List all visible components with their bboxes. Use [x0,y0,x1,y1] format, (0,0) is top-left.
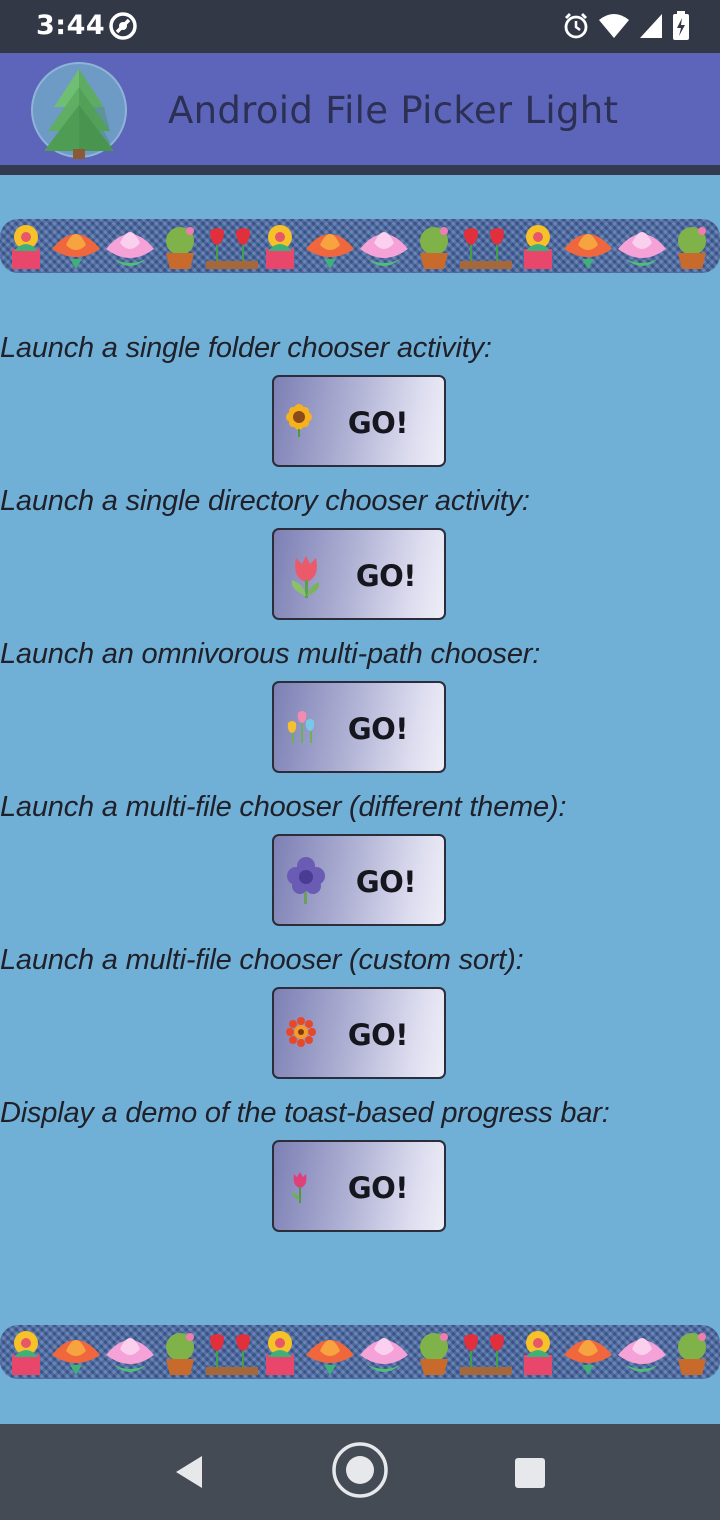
tulips-bouquet-icon [286,709,318,750]
flower-row-icon [12,225,720,269]
row-label-toast-progress: Display a demo of the toast-based progre… [0,1097,610,1129]
go-button-directory-chooser[interactable]: GO! [272,528,446,620]
flower-banner-top [0,219,720,273]
go-button-label: GO! [347,712,409,746]
app-title: Android File Picker Light [168,89,619,132]
wifi-icon [598,12,630,45]
app-bar: Android File Picker Light [0,53,720,165]
row-label-multi-file-theme: Launch a multi-file chooser (different t… [0,791,567,823]
tulip-icon [286,550,326,605]
row-label-multi-file-custom-sort: Launch a multi-file chooser (custom sort… [0,944,524,976]
signal-icon [638,12,664,45]
go-button-label: GO! [347,1171,409,1205]
go-button-multi-path-chooser[interactable]: GO! [272,681,446,773]
alarm-icon [562,12,590,45]
go-button-label: GO! [347,406,409,440]
nav-bar [0,1424,720,1520]
violet-flower-icon [286,856,326,911]
go-button-folder-chooser[interactable]: GO! [272,375,446,467]
home-icon[interactable] [331,1441,389,1504]
small-tulip-icon [290,1170,310,1209]
status-time: 3:44 [36,10,106,41]
row-label-folder-chooser: Launch a single folder chooser activity: [0,332,492,364]
status-bar: 3:44 [0,0,720,53]
go-button-label: GO! [355,559,417,593]
sunflower-icon [286,403,312,442]
gerbera-icon [286,1017,316,1054]
go-button-multi-file-theme[interactable]: GO! [272,834,446,926]
dnd-icon [108,11,138,46]
go-button-toast-progress[interactable]: GO! [272,1140,446,1232]
flower-row-icon [12,1331,720,1375]
go-button-multi-file-custom-sort[interactable]: GO! [272,987,446,1079]
pine-tree-icon [30,61,128,164]
row-label-multi-path-chooser: Launch an omnivorous multi-path chooser: [0,638,541,670]
back-icon[interactable] [172,1454,206,1495]
battery-charging-icon [672,11,690,46]
row-label-directory-chooser: Launch a single directory chooser activi… [0,485,530,517]
flower-banner-bottom [0,1325,720,1379]
go-button-label: GO! [355,865,417,899]
recents-icon[interactable] [514,1457,546,1494]
go-button-label: GO! [347,1018,409,1052]
app-bar-divider [0,165,720,175]
